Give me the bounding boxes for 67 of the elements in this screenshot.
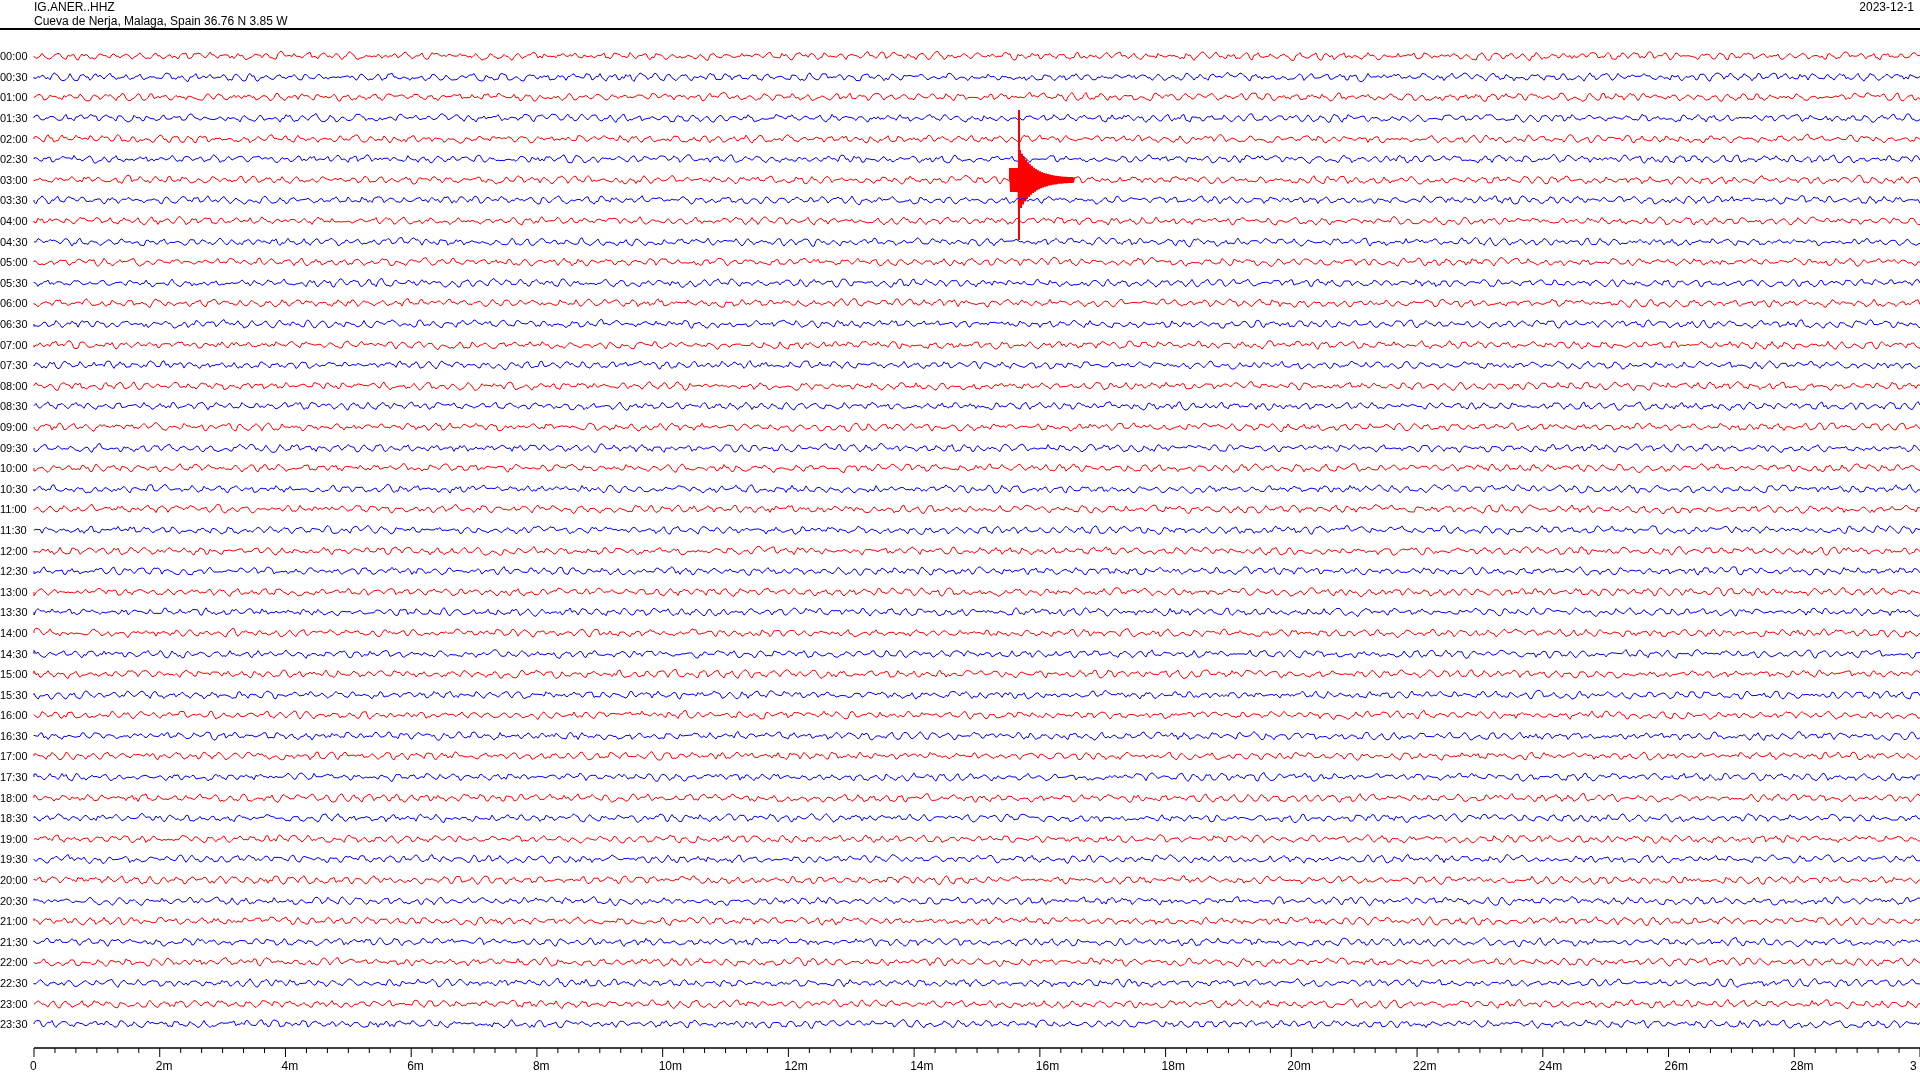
time-label: 16:30 (0, 729, 29, 742)
time-label: 07:30 (0, 359, 29, 372)
time-label: 04:30 (0, 235, 29, 248)
time-label: 01:30 (0, 112, 29, 125)
time-label: 22:30 (0, 977, 29, 989)
time-label: 21:00 (0, 915, 29, 928)
time-label: 03:30 (0, 194, 29, 207)
time-label: 18:00 (0, 791, 29, 804)
station-code: IG.ANER..HHZ (34, 0, 115, 14)
time-label: 17:30 (0, 771, 29, 784)
time-label: 13:30 (0, 606, 29, 619)
time-label: 22:00 (0, 956, 29, 969)
axis-tick-label: 2m (155, 1058, 173, 1073)
time-label: 03:00 (0, 173, 29, 186)
time-label: 00:00 (0, 50, 29, 63)
time-label: 23:00 (0, 997, 29, 1010)
time-label: 15:30 (0, 688, 29, 701)
axis-tick-label: 22m (1413, 1058, 1437, 1073)
axis-tick-label: 18m (1161, 1058, 1185, 1073)
time-label: 09:30 (0, 441, 29, 454)
time-label: 11:00 (0, 503, 28, 516)
time-label: 21:30 (0, 935, 29, 948)
time-label: 12:00 (0, 544, 29, 557)
axis-tick-label: 0 (30, 1058, 37, 1073)
time-label: 06:30 (0, 318, 29, 330)
time-label: 18:30 (0, 812, 29, 825)
time-label: 15:00 (0, 668, 29, 681)
time-label: 23:30 (0, 1018, 29, 1031)
time-label: 12:30 (0, 565, 29, 578)
time-label: 19:00 (0, 832, 29, 845)
time-label: 05:30 (0, 276, 29, 289)
axis-tick-label: 24m (1538, 1058, 1563, 1073)
axis-tick-label: 3 (1910, 1058, 1917, 1073)
time-label: 02:00 (0, 132, 29, 145)
time-label: 09:00 (0, 421, 29, 433)
axis-tick-label: 14m (910, 1058, 934, 1073)
time-label: 17:00 (0, 750, 29, 763)
time-label: 13:00 (0, 585, 29, 598)
axis-tick-label: 8m (532, 1058, 550, 1073)
time-label: 20:00 (0, 874, 29, 887)
axis-tick-label: 16m (1035, 1058, 1060, 1073)
time-label: 04:00 (0, 215, 29, 228)
time-label: 05:00 (0, 256, 29, 269)
time-label: 14:30 (0, 647, 29, 660)
time-label: 02:30 (0, 153, 29, 166)
time-label: 10:30 (0, 482, 29, 495)
time-label: 07:00 (0, 338, 29, 351)
time-label: 16:00 (0, 709, 29, 722)
time-label: 14:00 (0, 626, 29, 639)
axis-tick-label: 26m (1664, 1058, 1688, 1073)
axis-tick-label: 6m (407, 1058, 424, 1073)
axis-tick-label: 28m (1790, 1058, 1814, 1073)
time-label: 19:30 (0, 853, 29, 866)
time-label: 08:00 (0, 379, 29, 392)
time-label: 00:30 (0, 70, 29, 83)
time-label: 10:00 (0, 462, 29, 475)
station-location: Cueva de Nerja, Malaga, Spain 36.76 N 3.85 W (34, 14, 288, 28)
time-label: 08:30 (0, 400, 29, 413)
axis-tick-label: 10m (658, 1058, 682, 1073)
time-label: 01:00 (0, 91, 29, 104)
time-label: 06:00 (0, 297, 29, 310)
time-label: 20:30 (0, 894, 29, 907)
time-label: 11:30 (0, 523, 28, 536)
axis-tick-label: 4m (281, 1058, 299, 1073)
date-label: 2023-12-1 (1859, 0, 1914, 14)
axis-tick-label: 20m (1287, 1058, 1311, 1073)
axis-tick-label: 12m (784, 1058, 808, 1073)
